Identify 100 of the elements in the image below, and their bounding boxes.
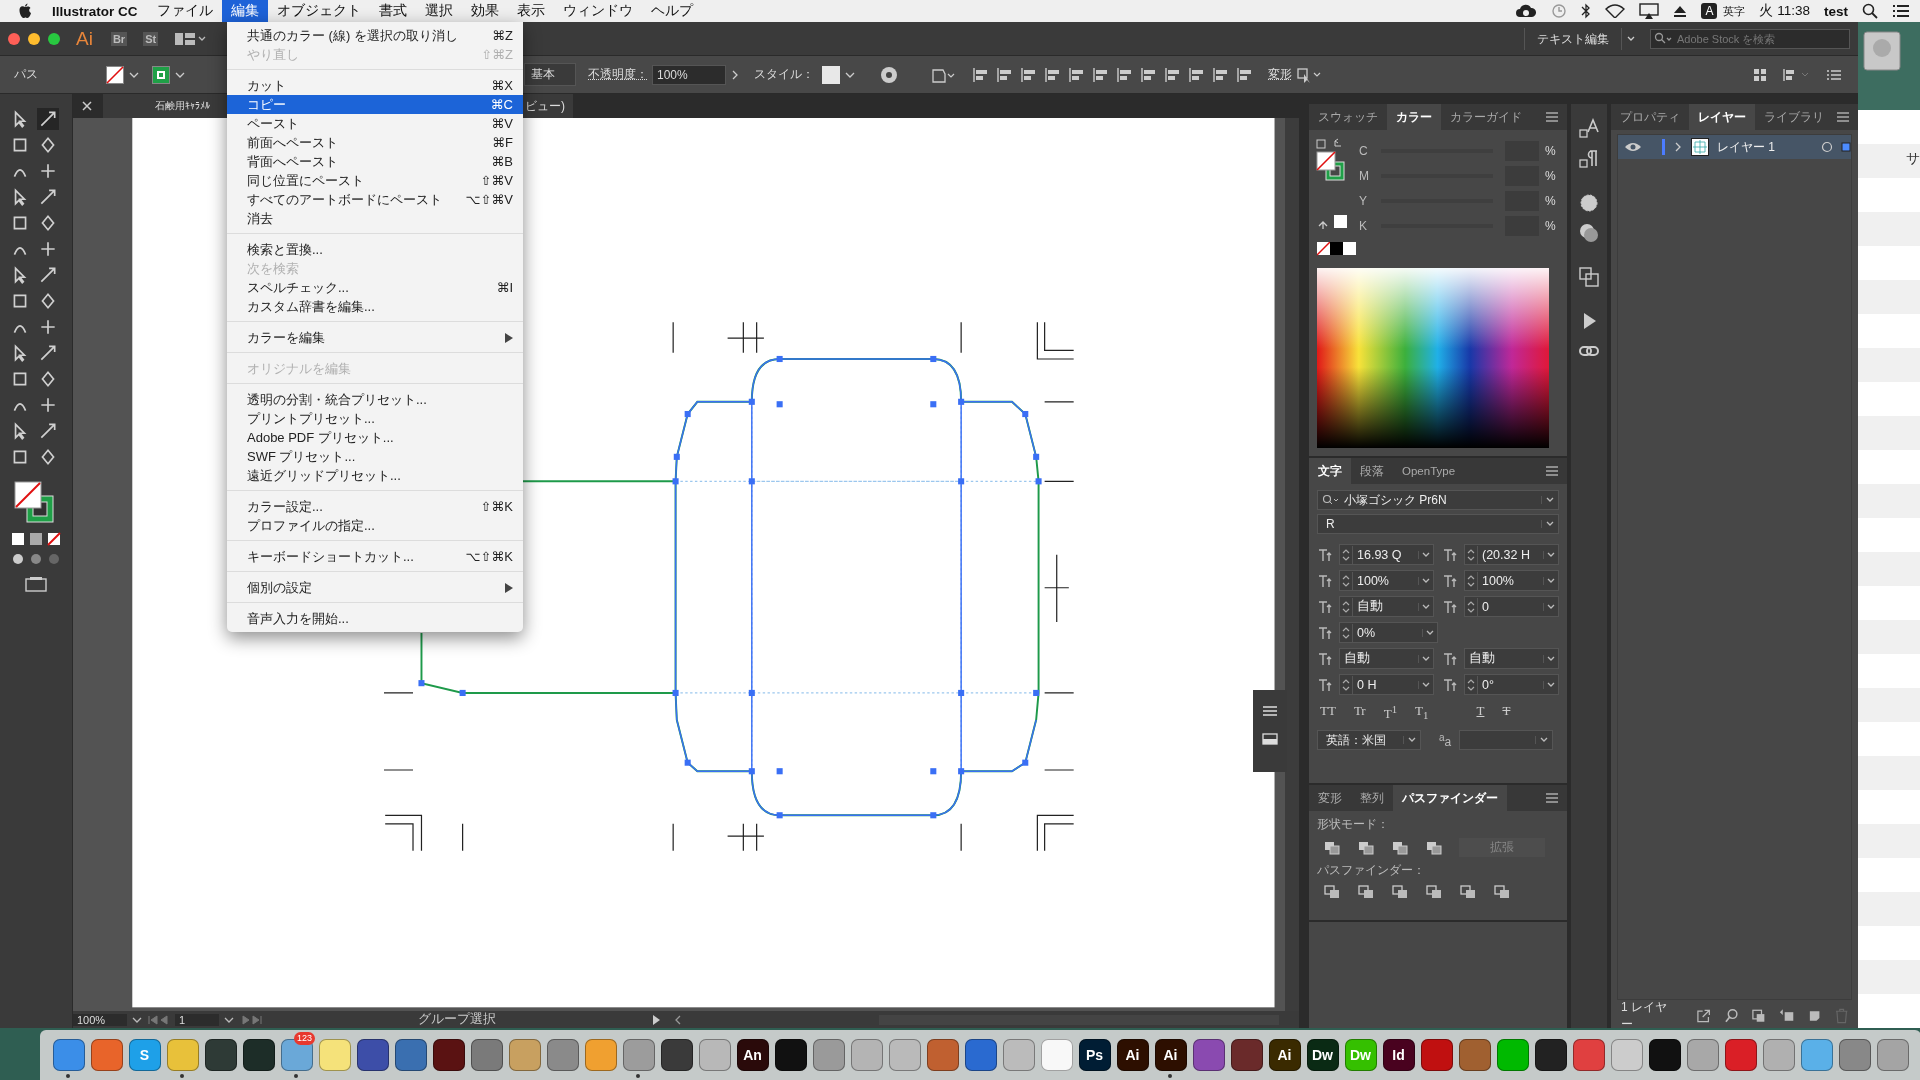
app-icon[interactable] — [1572, 1039, 1605, 1071]
app-icon[interactable] — [926, 1039, 959, 1071]
search-icon[interactable] — [1862, 3, 1878, 19]
language-dropdown[interactable]: 英語：米国 — [1317, 730, 1421, 751]
app-icon[interactable] — [1534, 1039, 1567, 1071]
caret-icon[interactable] — [1626, 34, 1636, 43]
target-circle-icon[interactable] — [1821, 141, 1833, 153]
user-name[interactable]: test — [1824, 3, 1848, 19]
character-field[interactable]: 0° — [1464, 674, 1559, 695]
selection-square-icon[interactable] — [1841, 142, 1851, 152]
menu-item[interactable]: 前面へペースト ⌘F — [227, 133, 523, 152]
character-field[interactable]: 0% — [1339, 622, 1438, 643]
character-field[interactable]: 自動 — [1339, 648, 1434, 669]
close-window-button[interactable] — [8, 32, 20, 45]
eject-icon[interactable] — [1673, 4, 1688, 18]
intersect-icon[interactable] — [1391, 839, 1409, 856]
draw-normal-icon[interactable] — [11, 552, 25, 566]
stock-button[interactable]: St — [143, 31, 159, 46]
text-style-button[interactable]: T$_{1}$ — [1412, 703, 1432, 723]
character-field[interactable]: 0 — [1464, 596, 1559, 617]
transform-link[interactable]: 変形 — [1268, 66, 1292, 83]
outline-icon[interactable] — [1459, 884, 1477, 900]
minimize-window-button[interactable] — [28, 32, 40, 45]
panel-tab[interactable]: カラーガイド — [1441, 104, 1531, 130]
panel-tab[interactable]: スウォッチ — [1309, 104, 1387, 130]
panel-tab[interactable]: レイヤー — [1689, 104, 1755, 130]
app-icon[interactable] — [774, 1039, 807, 1071]
crop-icon[interactable] — [1425, 884, 1443, 900]
color-spectrum[interactable] — [1317, 268, 1549, 448]
graphic-style-swatch[interactable] — [822, 65, 840, 84]
panel-tab[interactable]: パスファインダー — [1393, 785, 1507, 811]
app-icon[interactable] — [394, 1039, 427, 1071]
eye-icon[interactable] — [1624, 141, 1642, 153]
app-icon[interactable]: Ai — [1268, 1039, 1301, 1071]
character-field[interactable]: 自動 — [1339, 596, 1434, 617]
draw-behind-icon[interactable] — [29, 552, 43, 566]
panel-tab[interactable]: 整列 — [1351, 785, 1393, 811]
app-icon[interactable] — [1420, 1039, 1453, 1071]
panel-menu-icon[interactable] — [1836, 111, 1850, 123]
font-style-dropdown[interactable]: R — [1317, 514, 1559, 534]
anchor-point[interactable] — [418, 680, 425, 687]
menu-bar-item[interactable]: 表示 — [507, 0, 554, 22]
overlapping-circles-icon[interactable] — [1578, 222, 1600, 244]
text-style-button[interactable]: T — [1473, 703, 1488, 723]
menu-bar-item[interactable]: オブジェクト — [267, 0, 370, 22]
new-sublayer-icon[interactable] — [1778, 1008, 1796, 1024]
menu-bar-item[interactable]: 書式 — [369, 0, 416, 22]
input-source-badge[interactable]: A — [1701, 3, 1718, 19]
app-icon[interactable]: Dw — [1306, 1039, 1339, 1071]
artboard-number-field[interactable]: 1 — [175, 1013, 219, 1026]
list-icon[interactable] — [1892, 4, 1910, 18]
opacity-label[interactable]: 不透明度： — [588, 66, 648, 83]
recolor-wheel-icon[interactable] — [880, 65, 898, 84]
layer-row[interactable]: レイヤー 1 — [1618, 135, 1851, 159]
text-style-button[interactable]: T$^{1}$ — [1380, 703, 1401, 723]
character-field[interactable]: 100% — [1464, 570, 1559, 591]
app-icon[interactable] — [1724, 1039, 1757, 1071]
unite-icon[interactable] — [1323, 839, 1341, 856]
last-artboard-icon[interactable] — [239, 1014, 263, 1025]
vertical-scrollbar[interactable] — [1285, 118, 1299, 1011]
menu-item[interactable]: スペルチェック... ⌘I — [227, 278, 523, 297]
clipping-mask-icon[interactable] — [1750, 1008, 1767, 1024]
brush-definition-dropdown[interactable]: 基本 — [524, 63, 576, 86]
airplay-icon[interactable] — [1639, 3, 1660, 19]
menu-item[interactable]: カラーを編集 — [227, 328, 523, 347]
apple-logo-icon[interactable] — [18, 3, 32, 19]
divide-icon[interactable] — [1323, 884, 1341, 900]
app-icon[interactable]: Ai — [1154, 1039, 1187, 1071]
character-field[interactable]: 100% — [1339, 570, 1434, 591]
panel-tab[interactable]: プロパティ — [1611, 104, 1689, 130]
app-icon[interactable] — [964, 1039, 997, 1071]
panel-menu-icon[interactable] — [1545, 111, 1559, 123]
character-field[interactable]: 16.93 Q — [1339, 544, 1434, 565]
hamburger-icon[interactable] — [1261, 704, 1279, 718]
none-fill-mode-icon[interactable] — [47, 532, 61, 546]
bluetooth-icon[interactable] — [1581, 3, 1592, 19]
grid-arrange-icon[interactable] — [1752, 66, 1768, 83]
app-icon[interactable]: An — [736, 1039, 769, 1071]
anchor-point[interactable] — [459, 689, 466, 696]
app-icon[interactable]: Ai — [1116, 1039, 1149, 1071]
merge-icon[interactable] — [1391, 884, 1409, 900]
stock-search-field[interactable]: Adobe Stock を検索 — [1650, 28, 1850, 49]
font-family-dropdown[interactable]: 小塚ゴシック Pr6N — [1317, 490, 1559, 510]
menu-bar-item[interactable]: ヘルプ — [641, 0, 702, 22]
color-fill-mode-icon[interactable] — [11, 532, 25, 546]
fill-swatch-icon[interactable] — [106, 65, 124, 84]
menu-bar-clock[interactable]: 火 11:38 — [1759, 2, 1810, 20]
menu-item[interactable]: ペースト ⌘V — [227, 114, 523, 133]
first-previous-icon[interactable] — [147, 1014, 171, 1025]
bridge-button[interactable]: Br — [110, 31, 128, 46]
panel-tab[interactable]: OpenType — [1393, 458, 1465, 484]
gradient-fill-mode-icon[interactable] — [29, 532, 43, 546]
app-icon[interactable]: Ps — [1078, 1039, 1111, 1071]
hard-drive-icon[interactable] — [1862, 28, 1902, 74]
stroke-swatch-icon[interactable] — [152, 65, 170, 84]
character-field[interactable]: 0 H — [1339, 674, 1434, 695]
menu-item[interactable]: キーボードショートカット... ⌥⇧⌘K — [227, 547, 523, 566]
app-icon[interactable] — [432, 1039, 465, 1071]
panel-tab[interactable]: 変形 — [1309, 785, 1351, 811]
paragraph-styles-icon[interactable] — [1578, 148, 1600, 170]
